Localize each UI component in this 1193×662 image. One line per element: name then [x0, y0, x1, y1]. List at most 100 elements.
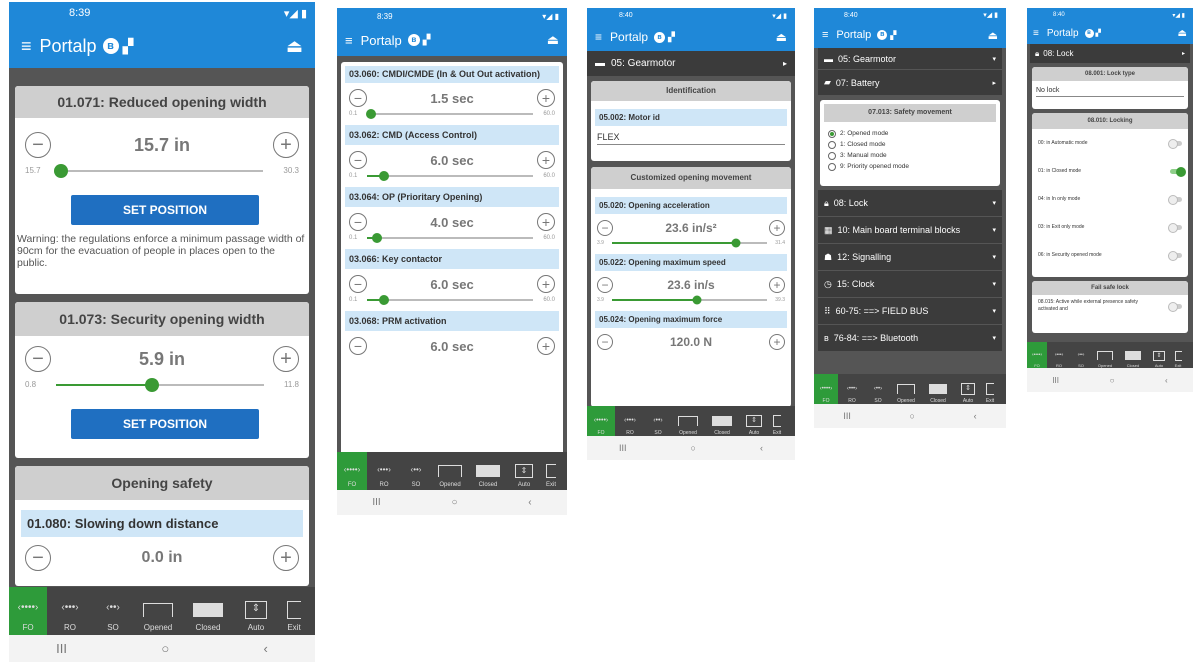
toggle-switch[interactable] — [1168, 250, 1182, 261]
tab-ro[interactable]: ‹•••› RO — [1047, 342, 1071, 368]
radio[interactable] — [828, 151, 836, 160]
increase-button[interactable]: + — [769, 334, 785, 350]
menu-signalling[interactable]: ☗ 12: Signalling ▾ — [818, 244, 1002, 271]
tab-exit[interactable]: Exit — [279, 587, 309, 635]
recent-apps-icon[interactable]: III — [56, 641, 67, 656]
menu-lock[interactable]: 🔒︎ 08: Lock ▸ — [1030, 44, 1190, 64]
slider-thumb[interactable] — [378, 171, 389, 181]
decrease-button[interactable]: − — [349, 89, 367, 107]
decrease-button[interactable]: − — [349, 151, 367, 169]
tab-opened[interactable]: Opened — [133, 587, 183, 635]
recent-apps-icon[interactable]: III — [1052, 376, 1059, 385]
slider-thumb[interactable] — [692, 295, 702, 305]
tab-closed[interactable]: Closed — [183, 587, 233, 635]
toggle-switch-on[interactable] — [1170, 166, 1186, 177]
tab-closed[interactable]: Closed — [1119, 342, 1147, 368]
radio-selected[interactable] — [828, 129, 836, 138]
slider-thumb[interactable] — [378, 295, 389, 305]
back-icon[interactable]: ‹ — [974, 411, 977, 421]
toggle-row[interactable]: 04: in In only mode — [1032, 185, 1188, 213]
tab-fo[interactable]: ‹••••› FO — [337, 452, 367, 490]
tab-opened[interactable]: Opened — [671, 406, 705, 436]
tab-auto[interactable]: ⇕ Auto — [233, 587, 279, 635]
slider-track[interactable] — [367, 295, 534, 305]
tab-closed[interactable]: Closed — [922, 374, 954, 404]
menu-bluetooth[interactable]: ʙ 76-84: ==> Bluetooth ▾ — [818, 325, 1002, 352]
option-priority[interactable]: 9: Priority opened mode — [828, 161, 992, 172]
decrease-button[interactable]: − — [25, 132, 51, 158]
toggle-switch[interactable] — [1168, 301, 1182, 312]
tab-so[interactable]: ‹••› SO — [645, 406, 671, 436]
home-icon[interactable]: ○ — [451, 497, 457, 508]
hamburger-menu-icon[interactable]: ≡ — [21, 36, 32, 57]
radio[interactable] — [828, 140, 836, 149]
option-manual[interactable]: 3: Manual mode — [828, 150, 992, 161]
upload-icon[interactable]: ⏏ — [1178, 28, 1187, 39]
tab-exit[interactable]: Exit — [541, 452, 561, 490]
decrease-button[interactable]: − — [25, 545, 51, 571]
tab-fo[interactable]: ‹••••› FO — [814, 374, 838, 404]
option-opened[interactable]: 2: Opened mode — [828, 128, 992, 139]
decrease-button[interactable]: − — [349, 275, 367, 293]
slider-thumb[interactable] — [53, 163, 68, 178]
back-icon[interactable]: ‹ — [528, 497, 531, 508]
slider-thumb[interactable] — [372, 233, 383, 243]
tab-fo[interactable]: ‹••••› FO — [1027, 342, 1047, 368]
upload-icon[interactable]: ⏏ — [286, 36, 303, 57]
toggle-row[interactable]: 00: in Automatic mode — [1032, 129, 1188, 157]
back-icon[interactable]: ‹ — [1165, 376, 1168, 385]
tab-closed[interactable]: Closed — [469, 452, 507, 490]
hamburger-menu-icon[interactable]: ≡ — [595, 30, 602, 44]
slider-track[interactable] — [367, 233, 534, 243]
toggle-switch[interactable] — [1168, 138, 1182, 149]
menu-clock[interactable]: ◷ 15: Clock ▾ — [818, 271, 1002, 298]
upload-icon[interactable]: ⏏ — [776, 30, 787, 44]
decrease-button[interactable]: − — [25, 346, 51, 372]
upload-icon[interactable]: ⏏ — [988, 29, 998, 42]
decrease-button[interactable]: − — [597, 334, 613, 350]
tab-exit[interactable]: Exit — [982, 374, 998, 404]
tab-ro[interactable]: ‹•••› RO — [47, 587, 93, 635]
set-position-button[interactable]: SET POSITION — [71, 409, 259, 439]
decrease-button[interactable]: − — [349, 213, 367, 231]
toggle-switch[interactable] — [1168, 194, 1182, 205]
toggle-row[interactable]: 01: in Closed mode — [1032, 157, 1188, 185]
toggle-row[interactable]: 06: in Security opened mode — [1032, 241, 1188, 269]
decrease-button[interactable]: − — [597, 220, 613, 236]
increase-button[interactable]: + — [769, 277, 785, 293]
recent-apps-icon[interactable]: III — [619, 443, 627, 453]
increase-button[interactable]: + — [273, 346, 299, 372]
tab-exit[interactable]: Exit — [769, 406, 785, 436]
home-icon[interactable]: ○ — [1110, 376, 1115, 385]
tab-fo[interactable]: ‹••••› FO — [9, 587, 47, 635]
tab-auto[interactable]: ⇕ Auto — [1147, 342, 1171, 368]
tab-so[interactable]: ‹••› SO — [866, 374, 890, 404]
toggle-switch[interactable] — [1168, 222, 1182, 233]
menu-field-bus[interactable]: ⠿ 60-75: ==> FIELD BUS ▾ — [818, 298, 1002, 325]
increase-button[interactable]: + — [768, 220, 785, 236]
tab-ro[interactable]: ‹•••› RO — [367, 452, 401, 490]
decrease-button[interactable]: − — [349, 337, 367, 355]
menu-battery[interactable]: ▰ 07: Battery ▸ — [818, 70, 1002, 96]
slider-thumb[interactable] — [365, 109, 376, 119]
tab-auto[interactable]: ⇕ Auto — [739, 406, 769, 436]
tab-closed[interactable]: Closed — [705, 406, 739, 436]
set-position-button[interactable]: SET POSITION — [71, 195, 259, 225]
option-closed[interactable]: 1: Closed mode — [828, 139, 992, 150]
tab-ro[interactable]: ‹•••› RO — [838, 374, 866, 404]
increase-button[interactable]: + — [537, 89, 555, 107]
slider-thumb[interactable] — [144, 377, 159, 392]
slider-track[interactable] — [611, 295, 768, 305]
tab-auto[interactable]: ⇕ Auto — [507, 452, 541, 490]
decrease-button[interactable]: − — [597, 277, 613, 293]
back-icon[interactable]: ‹ — [263, 641, 267, 656]
increase-button[interactable]: + — [537, 275, 555, 293]
radio[interactable] — [828, 162, 836, 171]
tab-so[interactable]: ‹••› SO — [1071, 342, 1091, 368]
lock-type-value[interactable]: No lock — [1036, 87, 1184, 97]
tab-so[interactable]: ‹••› SO — [93, 587, 133, 635]
toggle-row[interactable]: 03: in Exit only mode — [1032, 213, 1188, 241]
slider-thumb[interactable] — [731, 238, 741, 248]
home-icon[interactable]: ○ — [161, 641, 169, 656]
tab-exit[interactable]: Exit — [1171, 342, 1185, 368]
